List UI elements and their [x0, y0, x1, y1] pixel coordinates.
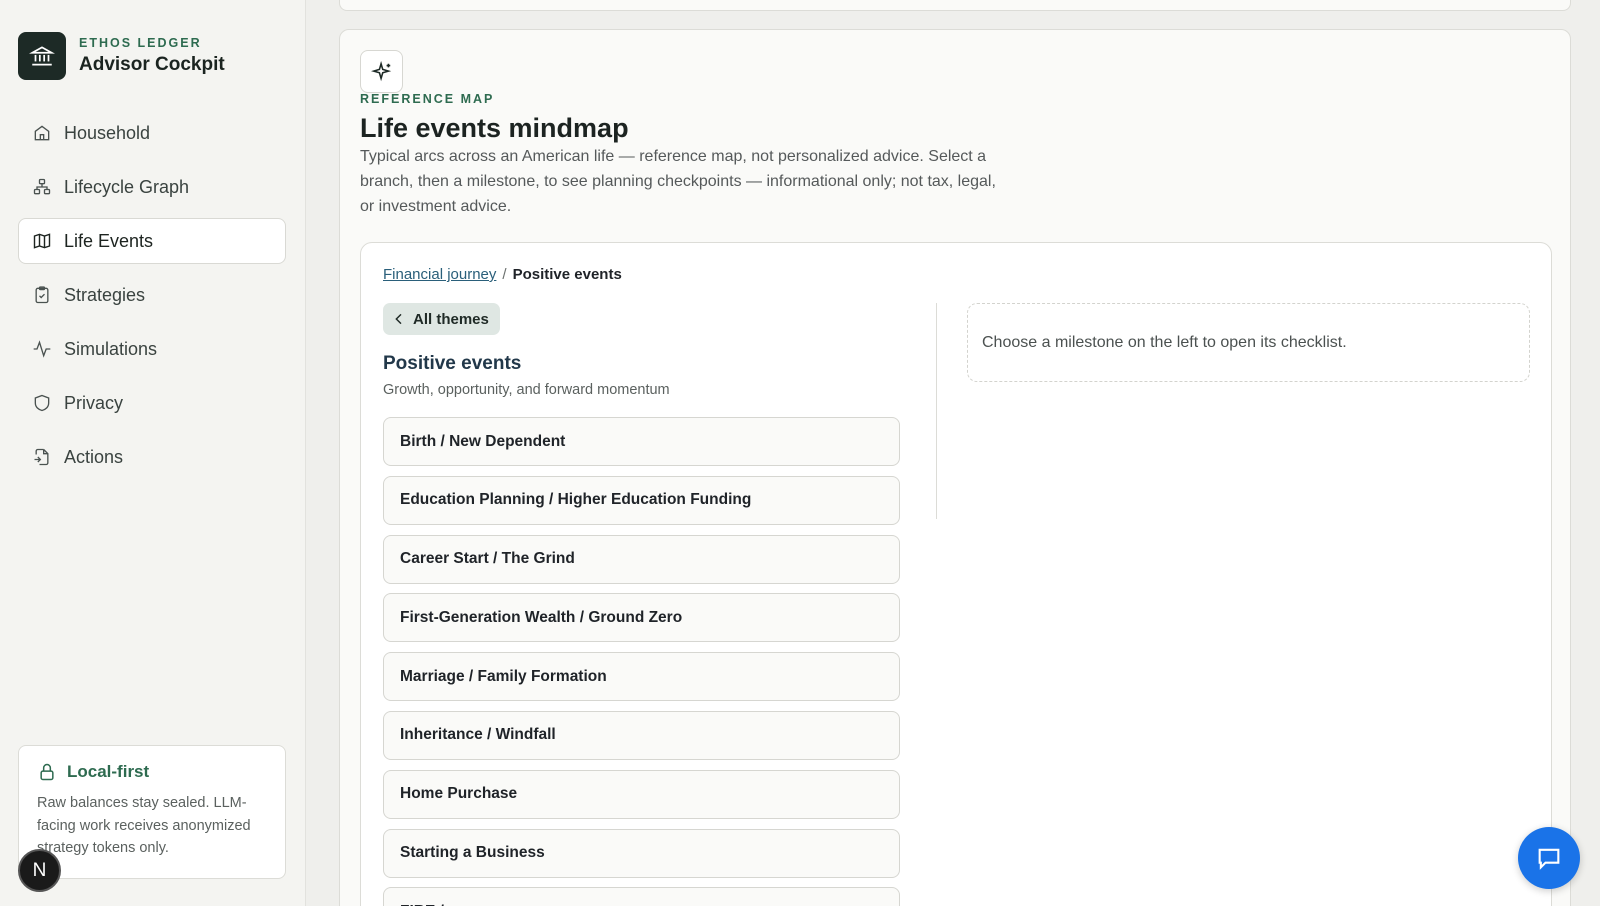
breadcrumb-separator: / — [502, 266, 507, 283]
brand[interactable]: ETHOS LEDGER Advisor Cockpit — [18, 32, 225, 80]
milestone-item[interactable]: Education Planning / Higher Education Fu… — [383, 475, 900, 525]
home-icon — [32, 123, 52, 143]
milestone-item[interactable]: Starting a Business — [383, 828, 900, 878]
milestone-list: Birth / New Dependent Education Planning… — [383, 417, 900, 906]
file-action-icon — [32, 447, 52, 467]
all-themes-button[interactable]: All themes — [383, 303, 500, 335]
chevron-left-icon — [391, 311, 407, 327]
sidebar-item-label: Actions — [64, 446, 124, 467]
shield-icon — [32, 393, 52, 413]
sidebar-item-privacy[interactable]: Privacy — [18, 380, 286, 426]
activity-icon — [32, 339, 52, 359]
sidebar-item-lifecycle-graph[interactable]: Lifecycle Graph — [18, 164, 286, 210]
milestone-item[interactable]: Birth / New Dependent — [383, 417, 900, 466]
sidebar-item-household[interactable]: Household — [18, 110, 286, 156]
breadcrumb-current: Positive events — [512, 266, 622, 283]
mindmap-panel: Financial journey / Positive events All th… — [360, 242, 1552, 906]
previous-card — [339, 0, 1571, 11]
sidebar-item-label: Household — [64, 122, 151, 143]
milestone-item[interactable]: FIRE / ... — [383, 887, 900, 906]
clipboard-check-icon — [32, 285, 52, 305]
lock-icon — [37, 762, 57, 782]
milestone-item[interactable]: First-Generation Wealth / Ground Zero — [383, 593, 900, 643]
sidebar-nav: Household Lifecycle Graph Life Events St… — [18, 110, 286, 488]
sidebar-item-label: Lifecycle Graph — [64, 176, 190, 197]
brand-title: Advisor Cockpit — [79, 54, 225, 75]
avatar[interactable]: N — [18, 849, 61, 892]
bank-icon — [18, 32, 66, 80]
sidebar-item-life-events[interactable]: Life Events — [18, 218, 286, 264]
section-subtitle: Growth, opportunity, and forward momentu… — [383, 382, 670, 398]
milestone-item[interactable]: Home Purchase — [383, 769, 900, 819]
sidebar-item-strategies[interactable]: Strategies — [18, 272, 286, 318]
page-kicker: REFERENCE MAP — [360, 92, 495, 106]
column-divider — [936, 303, 937, 519]
milestone-item[interactable]: Inheritance / Windfall — [383, 710, 900, 760]
network-icon — [32, 177, 52, 197]
life-events-card: REFERENCE MAP Life events mindmap Typica… — [339, 29, 1571, 906]
sidebar-item-simulations[interactable]: Simulations — [18, 326, 286, 372]
breadcrumb-root-link[interactable]: Financial journey — [383, 266, 496, 283]
milestone-item[interactable]: Marriage / Family Formation — [383, 652, 900, 702]
local-first-body: Raw balances stay sealed. LLM-facing wor… — [37, 795, 251, 856]
page-title: Life events mindmap — [360, 113, 629, 143]
checklist-empty-state: Choose a milestone on the left to open i… — [967, 303, 1530, 382]
chat-icon — [1535, 844, 1563, 872]
map-icon — [32, 231, 52, 251]
sidebar: ETHOS LEDGER Advisor Cockpit Household L… — [0, 0, 306, 906]
sidebar-item-label: Privacy — [64, 392, 124, 413]
brand-kicker: ETHOS LEDGER — [79, 36, 202, 50]
sidebar-item-label: Strategies — [64, 284, 146, 305]
sidebar-item-actions[interactable]: Actions — [18, 434, 286, 480]
sparkle-icon — [360, 50, 403, 93]
breadcrumb: Financial journey / Positive events — [383, 266, 622, 283]
local-first-title: Local-first — [67, 762, 150, 781]
section-title: Positive events — [383, 353, 522, 374]
milestone-item[interactable]: Career Start / The Grind — [383, 534, 900, 584]
all-themes-label: All themes — [413, 310, 489, 328]
chat-button[interactable] — [1518, 827, 1580, 889]
sidebar-item-label: Life Events — [64, 230, 154, 251]
sidebar-item-label: Simulations — [64, 338, 158, 359]
page-description: Typical arcs across an American life — r… — [360, 148, 996, 215]
